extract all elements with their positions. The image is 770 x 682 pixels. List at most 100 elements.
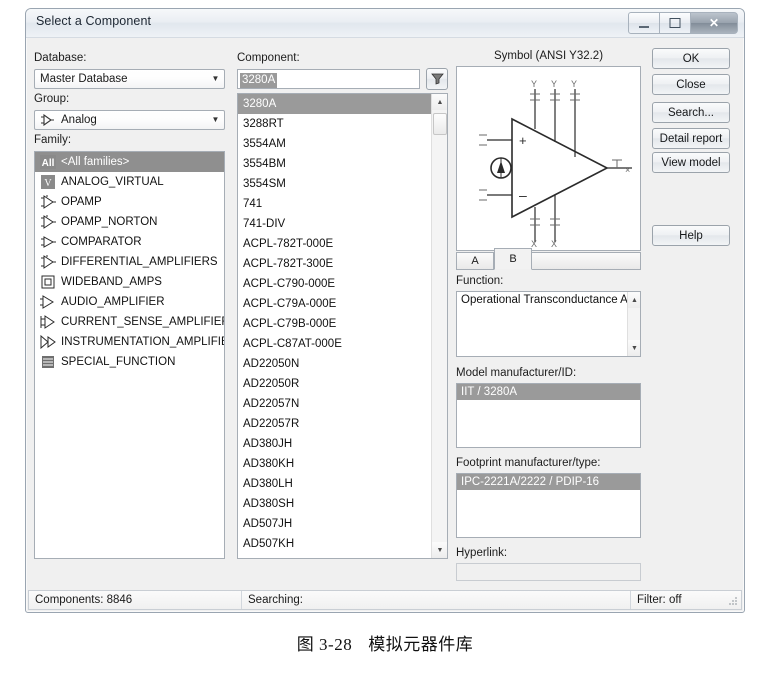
component-search-input[interactable]: 3280A (237, 69, 420, 89)
minimize-button[interactable] (628, 12, 660, 34)
select-component-dialog: Select a Component ✕ Database: Master Da… (25, 8, 745, 613)
component-item[interactable]: AD507JH (238, 514, 431, 534)
tab-b[interactable]: B (494, 248, 532, 270)
detail-report-button[interactable]: Detail report (652, 128, 730, 149)
tab-b-label: B (509, 253, 517, 265)
scroll-down-button[interactable]: ▼ (628, 340, 640, 356)
scrollbar-thumb[interactable] (433, 113, 447, 135)
component-item[interactable]: AD380JH (238, 434, 431, 454)
tab-a[interactable]: A (456, 252, 494, 270)
component-item[interactable]: AD22050N (238, 354, 431, 374)
symbol-panel-label: Symbol (ANSI Y32.2) (493, 50, 604, 62)
status-searching: Searching: (248, 594, 303, 606)
family-item-label: OPAMP (61, 196, 102, 208)
component-rows: 3280A 3288RT 3554AM 3554BM 3554SM 741 741-DIV A… (238, 94, 431, 558)
family-item-opamp-norton[interactable]: OPAMP_NORTON (35, 212, 224, 232)
scroll-up-button[interactable]: ▲ (432, 94, 447, 110)
component-item[interactable]: ACPL-782T-300E (238, 254, 431, 274)
family-item-label: OPAMP_NORTON (61, 216, 158, 228)
window-controls: ✕ (628, 12, 738, 34)
component-item[interactable]: 3288RT (238, 114, 431, 134)
help-button[interactable]: Help (652, 225, 730, 246)
component-item[interactable]: AD380KH (238, 454, 431, 474)
close-button[interactable]: ✕ (690, 12, 738, 34)
ok-button[interactable]: OK (652, 48, 730, 69)
family-item-analog-virtual[interactable]: V ANALOG_VIRTUAL (35, 172, 224, 192)
family-item-audio-amplifier[interactable]: AUDIO_AMPLIFIER (35, 292, 224, 312)
family-item-comparator[interactable]: COMPARATOR (35, 232, 224, 252)
close-dialog-button[interactable]: Close (652, 74, 730, 95)
svg-text:X: X (551, 239, 557, 249)
component-item[interactable]: ACPL-C87AT-000E (238, 334, 431, 354)
model-box[interactable]: IIT / 3280A (456, 383, 641, 448)
maximize-button[interactable] (659, 12, 691, 34)
component-label: Component: (237, 52, 300, 64)
footprint-box[interactable]: IPC-2221A/2222 / PDIP-16 (456, 473, 641, 538)
function-label: Function: (456, 275, 504, 287)
figure-title: 模拟元器件库 (368, 635, 474, 654)
family-item-differential-amplifiers[interactable]: DIFFERENTIAL_AMPLIFIERS (35, 252, 224, 272)
component-item[interactable]: AD507SH (238, 554, 431, 558)
component-search-value: 3280A (240, 73, 278, 88)
footprint-value: IPC-2221A/2222 / PDIP-16 (457, 474, 640, 490)
family-item-special-function[interactable]: SPECIAL_FUNCTION (35, 352, 224, 372)
analog-virtual-icon: V (39, 175, 56, 190)
search-button[interactable]: Search... (652, 102, 730, 123)
hyperlink-input[interactable] (456, 563, 641, 581)
function-box: Operational Transconductance Amplifier ▲… (456, 291, 641, 357)
component-item[interactable]: 3554AM (238, 134, 431, 154)
group-combo-value: Analog (61, 114, 97, 126)
family-item-current-sense-amplifiers[interactable]: CURRENT_SENSE_AMPLIFIERS (35, 312, 224, 332)
family-item-label: AUDIO_AMPLIFIER (61, 296, 165, 308)
special-function-icon (39, 355, 56, 370)
component-item[interactable]: ACPL-C790-000E (238, 274, 431, 294)
minimize-icon (639, 26, 649, 28)
component-item[interactable]: AD22057R (238, 414, 431, 434)
help-button-label: Help (679, 229, 703, 242)
symbol-preview: + – × Y Y Y X X (456, 66, 641, 251)
view-model-button[interactable]: View model (652, 152, 730, 173)
family-item-label: DIFFERENTIAL_AMPLIFIERS (61, 256, 218, 268)
hyperlink-label: Hyperlink: (456, 547, 508, 559)
component-item[interactable]: 3554BM (238, 154, 431, 174)
component-item[interactable]: AD380LH (238, 474, 431, 494)
group-combo[interactable]: Analog ▼ (34, 110, 225, 130)
component-item[interactable]: ACPL-C79B-000E (238, 314, 431, 334)
family-item-instrumentation-amplifiers[interactable]: INSTRUMENTATION_AMPLIFIERS (35, 332, 224, 352)
family-item-all-families[interactable]: All <All families> (35, 152, 224, 172)
status-bar: Components: 8846 Searching: Filter: off (28, 590, 742, 610)
component-item[interactable]: AD22057N (238, 394, 431, 414)
family-rows: All <All families> V ANALOG_VIRTUAL OPAMP OPA… (35, 152, 224, 372)
family-item-label: COMPARATOR (61, 236, 142, 248)
database-combo[interactable]: Master Database ▼ (34, 69, 225, 89)
family-item-wideband-amps[interactable]: WIDEBAND_AMPS (35, 272, 224, 292)
status-filter: Filter: off (637, 594, 682, 606)
dialog-title: Select a Component (36, 14, 152, 28)
function-scrollbar[interactable]: ▲ ▼ (627, 292, 640, 356)
ok-button-label: OK (682, 52, 700, 65)
component-item[interactable]: 741 (238, 194, 431, 214)
component-item[interactable]: AD22050R (238, 374, 431, 394)
family-list[interactable]: All <All families> V ANALOG_VIRTUAL OPAMP OPA… (34, 151, 225, 559)
component-item[interactable]: ACPL-C79A-000E (238, 294, 431, 314)
filter-funnel-icon (430, 73, 444, 85)
family-label: Family: (34, 134, 72, 146)
detail-report-button-label: Detail report (659, 132, 723, 145)
svg-text:All: All (41, 158, 54, 169)
scroll-up-button[interactable]: ▲ (628, 292, 640, 308)
component-filter-button[interactable] (426, 68, 448, 90)
component-list[interactable]: 3280A 3288RT 3554AM 3554BM 3554SM 741 741-DIV A… (237, 93, 448, 559)
maximize-icon (669, 18, 681, 28)
component-list-scrollbar[interactable]: ▲ ▼ (431, 94, 447, 558)
component-item[interactable]: 3554SM (238, 174, 431, 194)
component-item[interactable]: AD507KH (238, 534, 431, 554)
component-item[interactable]: 741-DIV (238, 214, 431, 234)
resize-grip-icon[interactable] (728, 596, 738, 606)
hyperlink-value (457, 564, 640, 580)
svg-text:Y: Y (531, 79, 537, 89)
scroll-down-button[interactable]: ▼ (432, 542, 447, 558)
component-item[interactable]: 3280A (238, 94, 431, 114)
family-item-opamp[interactable]: OPAMP (35, 192, 224, 212)
component-item[interactable]: AD380SH (238, 494, 431, 514)
component-item[interactable]: ACPL-782T-000E (238, 234, 431, 254)
